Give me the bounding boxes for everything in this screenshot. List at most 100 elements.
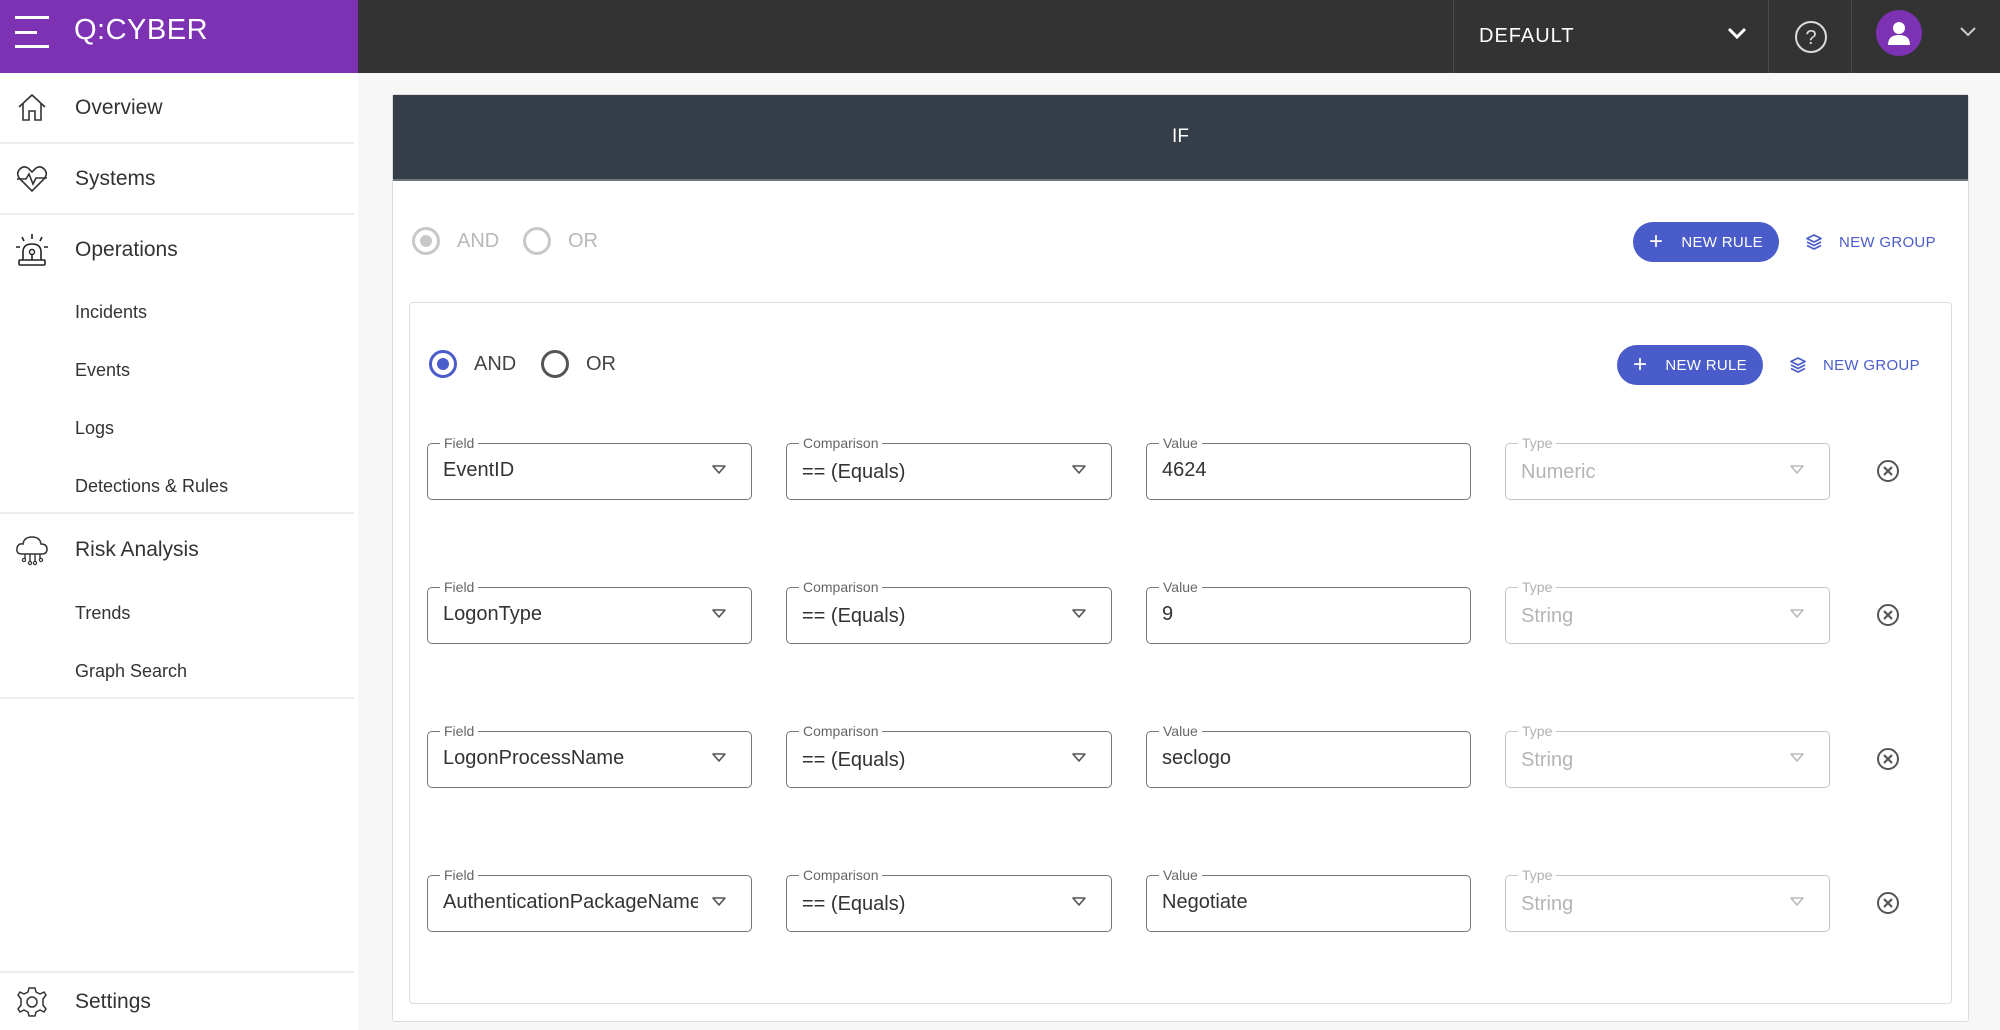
field-label: Field <box>440 867 479 883</box>
help-icon: ? <box>1794 20 1827 53</box>
menu-icon[interactable] <box>15 16 50 48</box>
type-select: Type String <box>1505 867 1830 932</box>
sidebar-item-overview[interactable]: Overview <box>0 73 358 142</box>
radio-label: OR <box>586 352 616 375</box>
comparison-value: == (Equals) <box>802 893 906 915</box>
help-button[interactable]: ? <box>1770 0 1852 73</box>
workspace-select[interactable]: DEFAULT <box>1453 0 1769 73</box>
sidebar-item-risk-analysis[interactable]: Risk Analysis <box>0 515 358 584</box>
dropdown-arrow-icon <box>712 609 726 618</box>
dropdown-arrow-icon <box>1790 753 1804 762</box>
outer-new-rule-button[interactable]: + NEW RULE <box>1633 222 1779 262</box>
value-input[interactable]: Value 4624 <box>1146 435 1471 500</box>
comparison-value: == (Equals) <box>802 461 906 483</box>
radio-label: AND <box>474 352 517 375</box>
field-value: LogonType <box>443 603 542 625</box>
type-select: Type Numeric <box>1505 435 1830 500</box>
comparison-select[interactable]: Comparison == (Equals) <box>786 723 1112 788</box>
type-label: Type <box>1518 579 1557 595</box>
value-text: seclogo <box>1162 747 1231 769</box>
chevron-down-icon <box>1727 27 1747 40</box>
sidebar-item-label: Systems <box>75 166 156 190</box>
sidebar-item-label: Overview <box>75 95 163 119</box>
field-select[interactable]: Field EventID <box>427 435 752 500</box>
sidebar-item-graph-search[interactable]: Graph Search <box>75 661 187 682</box>
outer-and-radio[interactable]: AND <box>412 227 499 255</box>
rule-builder-card: IF AND OR + NEW RULE NEW GROUP AND OR + <box>392 94 1969 1022</box>
sidebar-item-logs[interactable]: Logs <box>75 418 114 439</box>
brand-area: Q:CYBER <box>0 0 358 73</box>
sidebar-item-operations[interactable]: Operations <box>0 215 358 284</box>
outer-new-group-button[interactable]: NEW GROUP <box>1805 222 1936 262</box>
remove-rule-icon[interactable] <box>1876 891 1900 915</box>
sidebar-item-events[interactable]: Events <box>75 360 130 381</box>
comparison-select[interactable]: Comparison == (Equals) <box>786 579 1112 644</box>
value-input[interactable]: Value Negotiate <box>1146 867 1471 932</box>
gear-icon <box>17 986 47 1017</box>
type-value: String <box>1521 605 1574 627</box>
user-menu-chevron-icon[interactable] <box>1958 22 1978 42</box>
inner-new-group-button[interactable]: NEW GROUP <box>1789 345 1920 385</box>
value-input[interactable]: Value 9 <box>1146 579 1471 644</box>
sidebar-item-label: Risk Analysis <box>75 537 199 561</box>
siren-icon <box>16 233 48 266</box>
sidebar-item-settings[interactable]: Settings <box>0 973 358 1030</box>
field-value: LogonProcessName <box>443 747 625 769</box>
value-input[interactable]: Value seclogo <box>1146 723 1471 788</box>
inner-or-radio[interactable]: OR <box>541 350 616 378</box>
plus-icon: + <box>1649 228 1664 255</box>
dropdown-arrow-icon <box>1072 609 1086 618</box>
dropdown-arrow-icon <box>1072 753 1086 762</box>
field-label: Field <box>440 435 479 451</box>
outer-or-radio[interactable]: OR <box>523 227 598 255</box>
type-value: Numeric <box>1521 461 1596 483</box>
value-label: Value <box>1159 435 1202 451</box>
remove-rule-icon[interactable] <box>1876 747 1900 771</box>
app-logo: Q:CYBER <box>74 14 209 46</box>
condition-header: IF <box>393 95 1968 181</box>
inner-and-radio[interactable]: AND <box>429 350 516 378</box>
radio-label: AND <box>457 229 500 252</box>
remove-rule-icon[interactable] <box>1876 459 1900 483</box>
button-label: NEW GROUP <box>1839 233 1936 251</box>
dropdown-arrow-icon <box>1790 465 1804 474</box>
sidebar-item-trends[interactable]: Trends <box>75 603 130 624</box>
rule-group: AND OR + NEW RULE NEW GROUP Field EventI… <box>409 302 1952 1004</box>
sidebar-item-label: Operations <box>75 237 178 261</box>
comparison-select[interactable]: Comparison == (Equals) <box>786 867 1112 932</box>
type-select: Type String <box>1505 723 1830 788</box>
sidebar: Overview Systems Operations Incidents Ev… <box>0 73 358 1030</box>
heart-pulse-icon <box>16 165 48 192</box>
remove-rule-icon[interactable] <box>1876 603 1900 627</box>
layers-icon <box>1790 357 1806 373</box>
field-label: Field <box>440 723 479 739</box>
type-select: Type String <box>1505 579 1830 644</box>
top-bar: Q:CYBER DEFAULT ? <box>0 0 2000 73</box>
value-label: Value <box>1159 579 1202 595</box>
sidebar-item-label: Settings <box>75 989 151 1013</box>
sidebar-item-systems[interactable]: Systems <box>0 144 358 213</box>
type-label: Type <box>1518 723 1557 739</box>
type-value: String <box>1521 893 1574 915</box>
button-label: NEW RULE <box>1681 233 1763 251</box>
inner-new-rule-button[interactable]: + NEW RULE <box>1617 345 1763 385</box>
field-select[interactable]: Field LogonType <box>427 579 752 644</box>
dropdown-arrow-icon <box>712 753 726 762</box>
value-label: Value <box>1159 867 1202 883</box>
field-select[interactable]: Field LogonProcessName <box>427 723 752 788</box>
value-text: 4624 <box>1162 459 1207 481</box>
user-avatar[interactable] <box>1876 10 1922 56</box>
sidebar-item-incidents[interactable]: Incidents <box>75 302 147 323</box>
type-value: String <box>1521 749 1574 771</box>
plus-icon: + <box>1633 351 1648 378</box>
comparison-select[interactable]: Comparison == (Equals) <box>786 435 1112 500</box>
comparison-value: == (Equals) <box>802 605 906 627</box>
field-select[interactable]: Field AuthenticationPackageName <box>427 867 752 932</box>
radio-label: OR <box>568 229 598 252</box>
value-text: 9 <box>1162 603 1174 625</box>
workspace-value: DEFAULT <box>1479 25 1575 47</box>
sidebar-item-detections-rules[interactable]: Detections & Rules <box>75 476 228 497</box>
dropdown-arrow-icon <box>712 897 726 906</box>
dropdown-arrow-icon <box>1072 897 1086 906</box>
comparison-label: Comparison <box>799 867 883 883</box>
